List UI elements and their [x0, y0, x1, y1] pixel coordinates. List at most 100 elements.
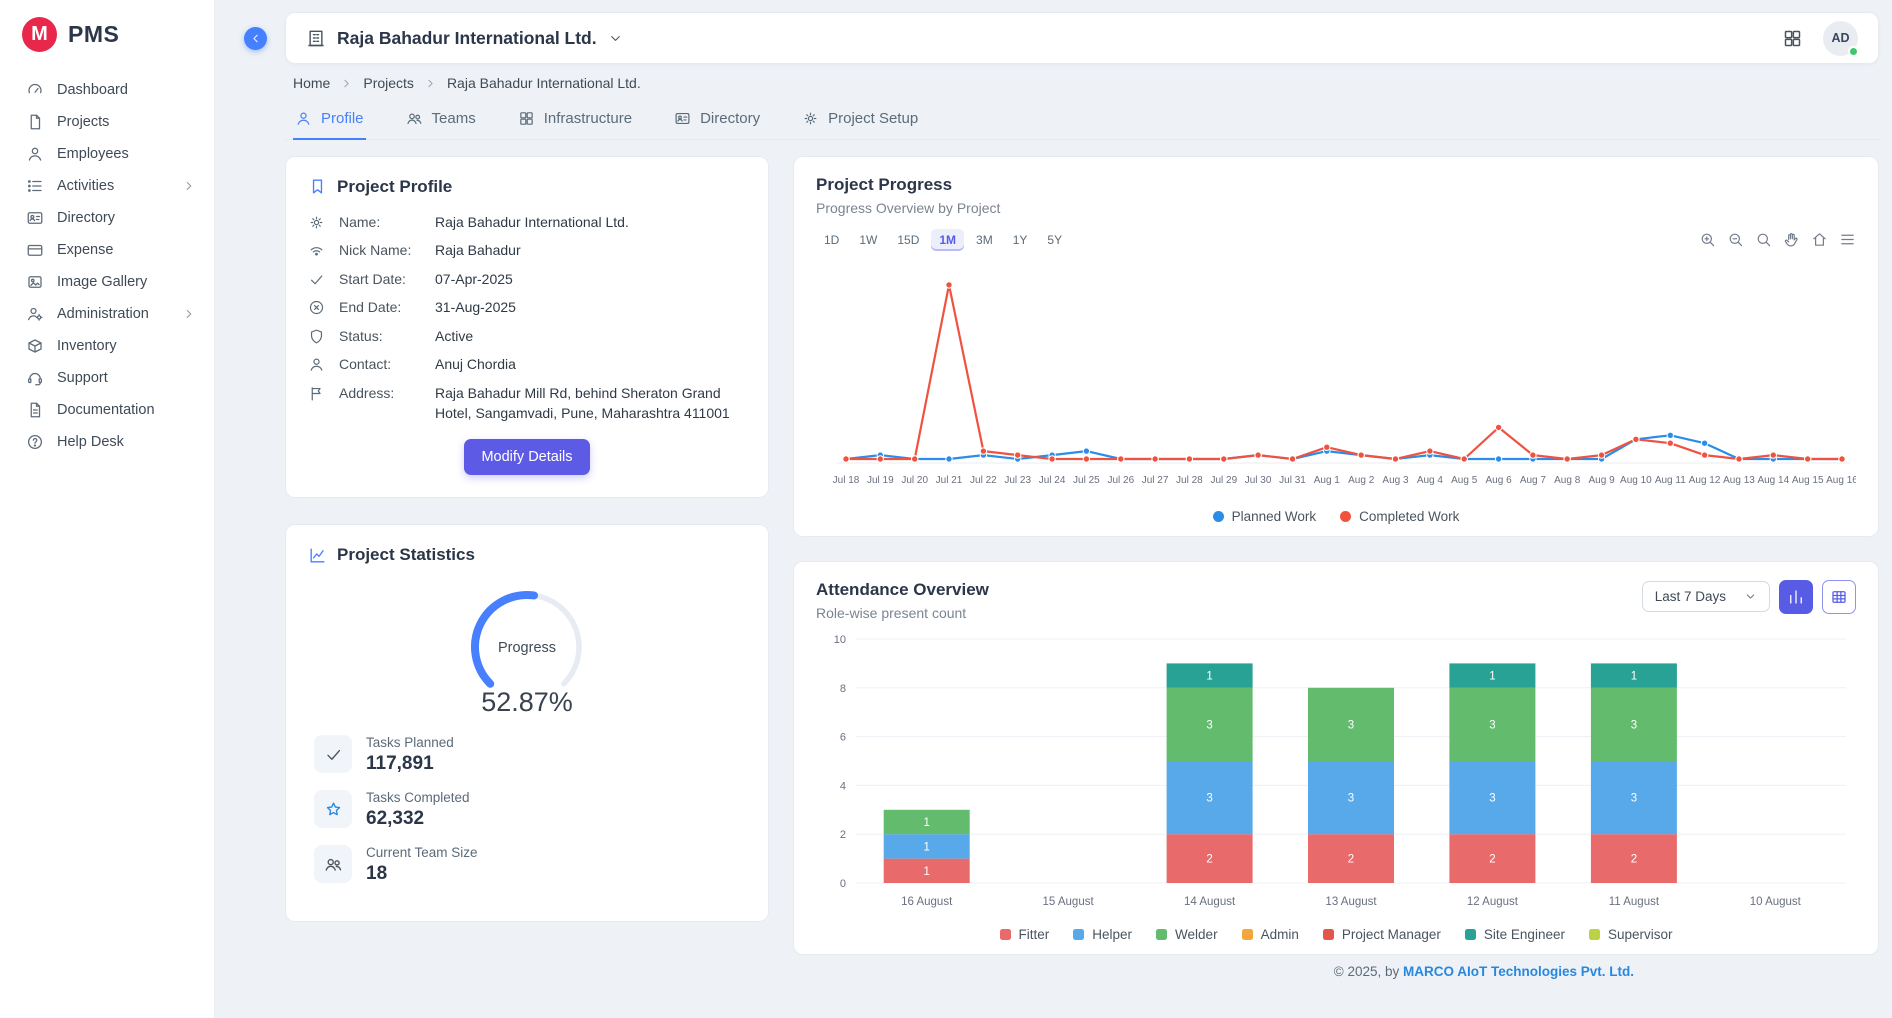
sidebar-item-activities[interactable]: Activities: [0, 170, 214, 202]
breadcrumb-item[interactable]: Projects: [363, 75, 414, 91]
avatar-initials: AD: [1831, 31, 1849, 45]
zoom-in-icon[interactable]: [1699, 231, 1716, 248]
stat-value: 117,891: [366, 754, 454, 773]
app-logo[interactable]: M PMS: [0, 0, 214, 68]
svg-text:Jul 25: Jul 25: [1073, 475, 1100, 486]
range-3m[interactable]: 3M: [968, 229, 1001, 251]
tab-directory[interactable]: Directory: [672, 103, 762, 140]
sidebar-item-projects[interactable]: Projects: [0, 106, 214, 138]
attendance-bar-chart[interactable]: 024681011116 August15 August233114 Augus…: [816, 625, 1856, 925]
legend-item[interactable]: Site Engineer: [1465, 927, 1565, 942]
profile-field: Contact:Anuj Chordia: [308, 355, 746, 375]
svg-text:Aug 12: Aug 12: [1689, 475, 1721, 486]
sidebar-item-inventory[interactable]: Inventory: [0, 330, 214, 362]
profile-card-title: Project Profile: [337, 177, 452, 197]
table-view-toggle[interactable]: [1822, 580, 1856, 614]
svg-text:0: 0: [840, 878, 846, 890]
tab-infrastructure[interactable]: Infrastructure: [516, 103, 634, 140]
sidebar-item-image-gallery[interactable]: Image Gallery: [0, 266, 214, 298]
svg-text:14 August: 14 August: [1184, 896, 1236, 908]
svg-text:Jul 28: Jul 28: [1176, 475, 1203, 486]
legend-item[interactable]: Welder: [1156, 927, 1218, 942]
svg-text:Jul 22: Jul 22: [970, 475, 997, 486]
legend-item[interactable]: Helper: [1073, 927, 1132, 942]
field-label: Start Date:: [339, 270, 435, 290]
chart-view-toggle[interactable]: [1779, 580, 1813, 614]
hand-icon[interactable]: [1783, 231, 1800, 248]
modify-details-button[interactable]: Modify Details: [464, 439, 589, 475]
tab-teams[interactable]: Teams: [404, 103, 478, 140]
legend-marker: [1213, 511, 1224, 522]
menu-icon[interactable]: [1839, 231, 1856, 248]
sidebar-item-help-desk[interactable]: Help Desk: [0, 426, 214, 458]
tab-label: Directory: [700, 110, 760, 127]
headset-icon: [26, 369, 44, 387]
sidebar-item-administration[interactable]: Administration: [0, 298, 214, 330]
users-icon: [324, 855, 343, 874]
legend-item[interactable]: Project Manager: [1323, 927, 1441, 942]
sidebar-item-expense[interactable]: Expense: [0, 234, 214, 266]
svg-text:Jul 21: Jul 21: [936, 475, 963, 486]
legend-item[interactable]: Supervisor: [1589, 927, 1673, 942]
range-1d[interactable]: 1D: [816, 229, 847, 251]
svg-text:Aug 6: Aug 6: [1486, 475, 1513, 486]
sidebar-item-dashboard[interactable]: Dashboard: [0, 74, 214, 106]
sidebar-item-employees[interactable]: Employees: [0, 138, 214, 170]
chart-line-icon: [308, 546, 327, 565]
range-1m[interactable]: 1M: [931, 229, 964, 251]
svg-text:Jul 18: Jul 18: [833, 475, 860, 486]
sidebar-item-documentation[interactable]: Documentation: [0, 394, 214, 426]
tab-label: Profile: [321, 110, 364, 127]
stat-icon-box: [314, 845, 352, 883]
chevron-down-icon: [608, 31, 623, 46]
company-selector[interactable]: Raja Bahadur International Ltd.: [306, 28, 623, 49]
user-avatar[interactable]: AD: [1823, 21, 1858, 56]
sidebar-item-support[interactable]: Support: [0, 362, 214, 394]
svg-text:10: 10: [834, 634, 846, 646]
range-1w[interactable]: 1W: [851, 229, 885, 251]
field-label: Name:: [339, 213, 435, 233]
sidebar-item-label: Administration: [57, 306, 149, 322]
legend-item[interactable]: Planned Work: [1213, 509, 1317, 524]
svg-text:Jul 20: Jul 20: [901, 475, 928, 486]
range-15d[interactable]: 15D: [889, 229, 927, 251]
range-5y[interactable]: 5Y: [1039, 229, 1070, 251]
sidebar-item-label: Support: [57, 370, 108, 386]
magnifier-icon[interactable]: [1755, 231, 1772, 248]
user-icon: [295, 110, 312, 127]
progress-card-subtitle: Progress Overview by Project: [816, 200, 1856, 216]
breadcrumb-item[interactable]: Home: [293, 75, 330, 91]
legend-marker: [1156, 929, 1167, 940]
apps-grid-icon[interactable]: [1782, 28, 1803, 49]
file-icon: [26, 113, 44, 131]
shield-icon: [308, 328, 325, 345]
svg-text:Jul 19: Jul 19: [867, 475, 894, 486]
legend-item[interactable]: Completed Work: [1340, 509, 1459, 524]
svg-text:12 August: 12 August: [1467, 896, 1519, 908]
date-range-select[interactable]: Last 7 Days: [1642, 581, 1770, 612]
project-progress-card: Project Progress Progress Overview by Pr…: [793, 156, 1879, 537]
legend-label: Helper: [1092, 927, 1132, 942]
home-icon[interactable]: [1811, 231, 1828, 248]
tab-profile[interactable]: Profile: [293, 103, 366, 140]
progress-line-chart[interactable]: Jul 18Jul 19Jul 20Jul 21Jul 22Jul 23Jul …: [816, 257, 1856, 507]
legend-item[interactable]: Admin: [1242, 927, 1299, 942]
project-profile-card: Project Profile Name:Raja Bahadur Intern…: [285, 156, 769, 499]
sidebar: M PMS Dashboard Projects Employees Activiti…: [0, 0, 215, 1018]
building-icon: [306, 28, 326, 48]
zoom-out-icon[interactable]: [1727, 231, 1744, 248]
sidebar-item-label: Employees: [57, 146, 129, 162]
sidebar-collapse-button[interactable]: [244, 27, 267, 50]
breadcrumb-separator-icon: [424, 77, 437, 90]
svg-text:11 August: 11 August: [1609, 896, 1660, 908]
legend-item[interactable]: Fitter: [1000, 927, 1050, 942]
range-1y[interactable]: 1Y: [1005, 229, 1036, 251]
sidebar-item-directory[interactable]: Directory: [0, 202, 214, 234]
attendance-chart-legend: Fitter Helper Welder Admin Project Manager Si…: [816, 927, 1856, 942]
progress-gauge: Progress 52.87%: [308, 581, 746, 718]
svg-text:3: 3: [1348, 719, 1354, 731]
footer-company-link[interactable]: MARCO AIoT Technologies Pvt. Ltd.: [1403, 964, 1634, 979]
tab-project-setup[interactable]: Project Setup: [800, 103, 920, 140]
svg-text:1: 1: [923, 817, 929, 829]
sidebar-item-label: Projects: [57, 114, 109, 130]
